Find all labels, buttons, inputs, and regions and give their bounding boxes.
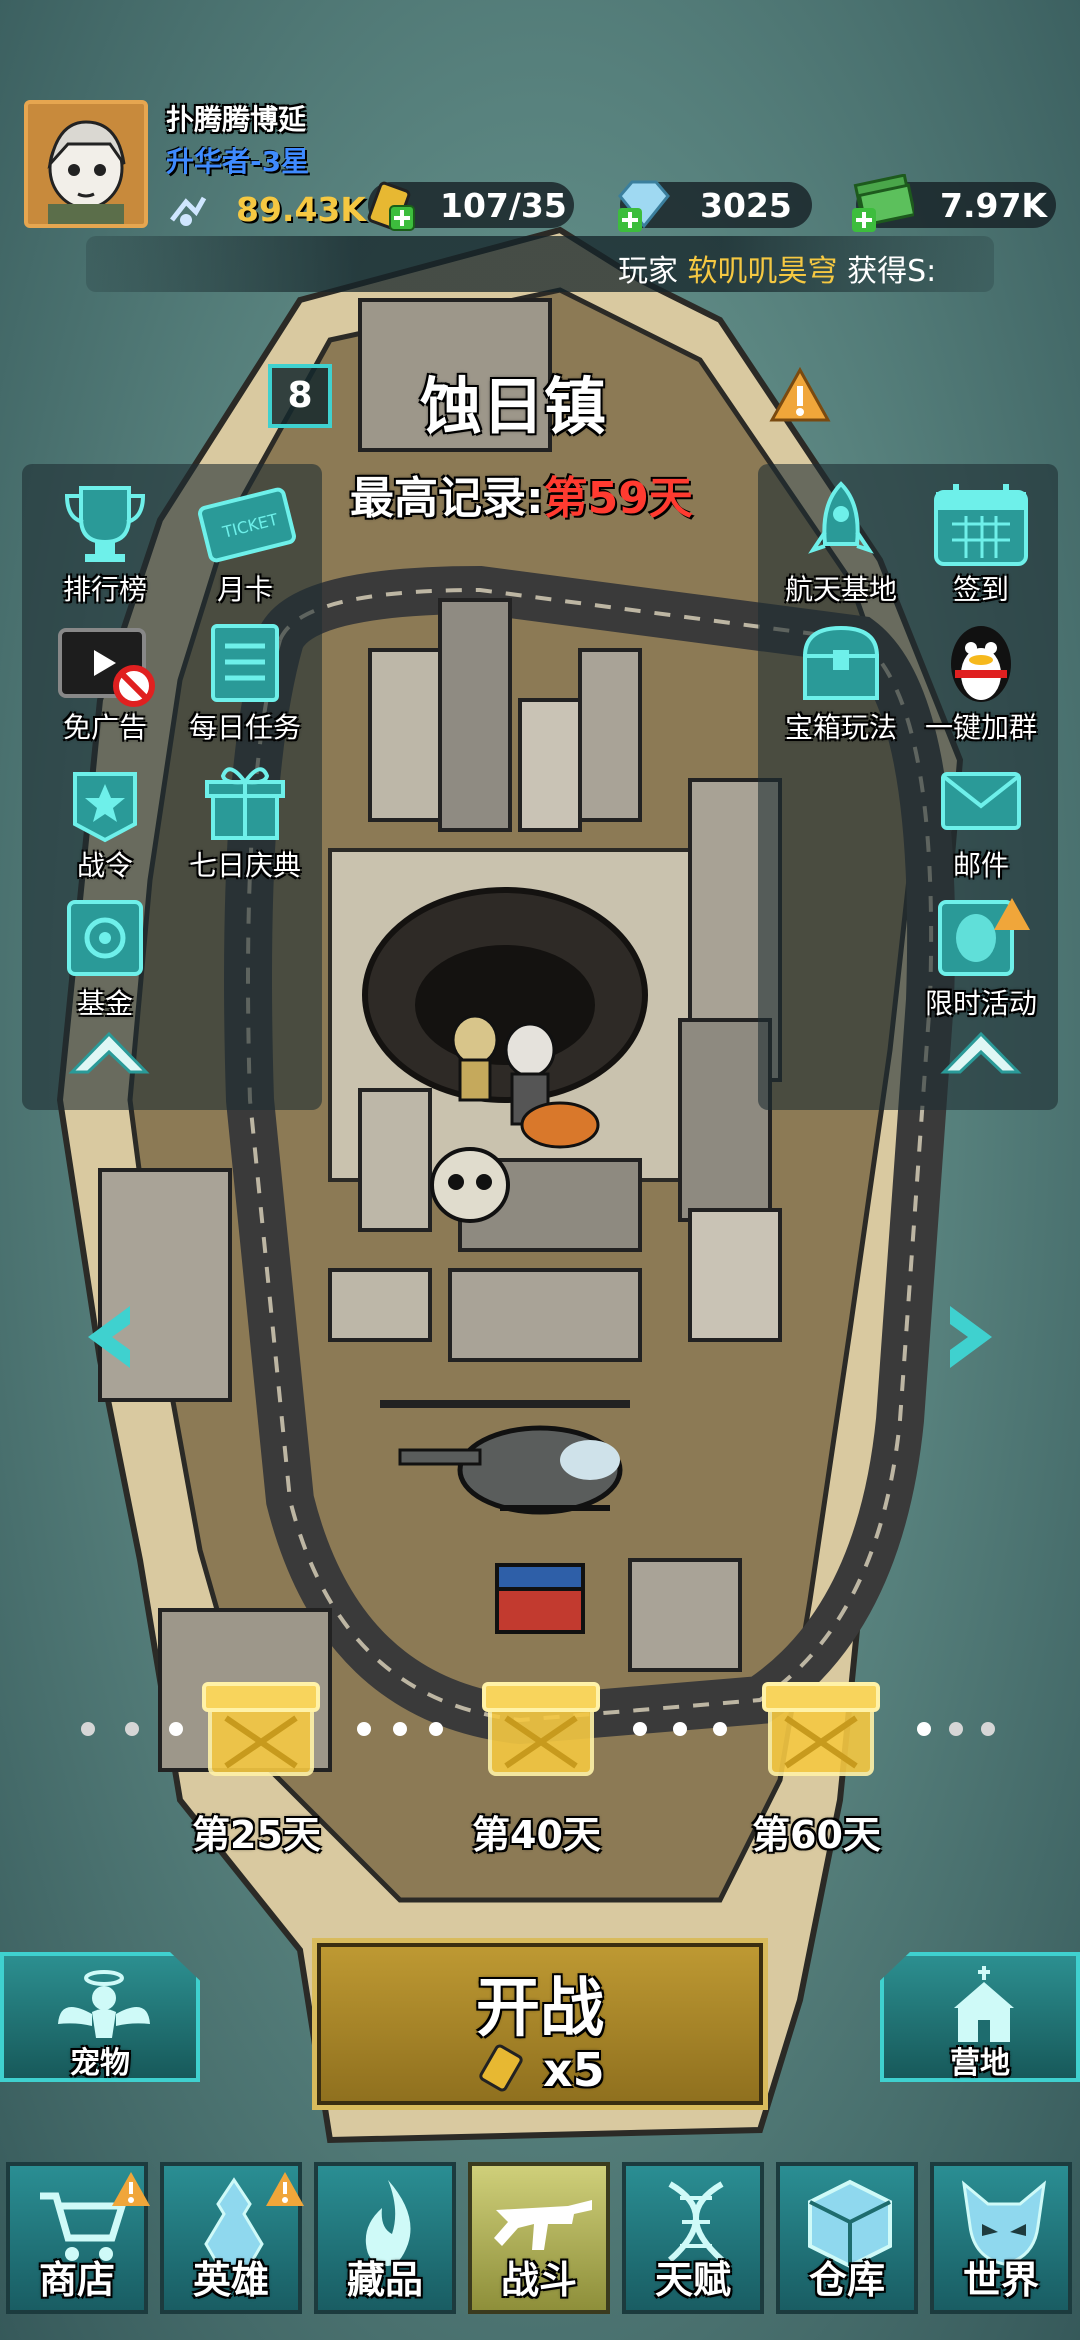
- menu-limited-event[interactable]: 限时活动: [916, 892, 1046, 1022]
- menu-monthly-card[interactable]: TICKET 月卡: [180, 478, 310, 608]
- gold-chest-icon: [482, 1682, 600, 1776]
- prev-map-arrow[interactable]: [78, 1302, 138, 1372]
- left-feature-panel: 排行榜 TICKET 月卡 免广告 每日任务 战令 七日庆典 基金: [22, 464, 322, 1110]
- trophy-icon: [64, 486, 146, 562]
- church-icon: [954, 1966, 1014, 2042]
- player-avatar[interactable]: [24, 100, 148, 228]
- menu-check-in[interactable]: 签到: [916, 478, 1046, 608]
- start-battle-button[interactable]: 开战 x5: [312, 1938, 768, 2110]
- mail-icon: [941, 772, 1021, 830]
- game-screen: 扑腾腾博延 升华者-3星 89.43K 107/35 3025 7.97K 玩家…: [0, 0, 1080, 2340]
- nav-world[interactable]: 世界: [930, 2162, 1072, 2314]
- nav-warehouse[interactable]: 仓库: [776, 2162, 918, 2314]
- stage-level-badge: 8: [268, 364, 332, 428]
- chest-day-label: 第25天: [192, 1813, 321, 1857]
- gift-icon: [205, 767, 285, 840]
- nav-battle[interactable]: 战斗: [468, 2162, 610, 2314]
- menu-daily-tasks[interactable]: 每日任务: [180, 616, 310, 746]
- calendar-icon: [934, 484, 1028, 566]
- energy-battery-add-icon[interactable]: [364, 176, 422, 234]
- player-rank: 升华者-3星: [166, 145, 310, 178]
- supply-crate-icon: [495, 1563, 585, 1634]
- pet-button[interactable]: 宠物: [0, 1952, 200, 2082]
- menu-no-ads[interactable]: 免广告: [40, 616, 170, 746]
- reward-chest-2[interactable]: [476, 1666, 606, 1788]
- nav-hero[interactable]: 英雄: [160, 2162, 304, 2314]
- task-icon: [211, 624, 279, 702]
- menu-space-base[interactable]: 航天基地: [776, 478, 906, 608]
- chest-day-label: 第40天: [472, 1813, 601, 1857]
- menu-battle-pass[interactable]: 战令: [40, 754, 170, 884]
- player-name: 扑腾腾博延: [166, 103, 307, 136]
- menu-join-group[interactable]: 一键加群: [916, 616, 1046, 746]
- diamond-add-icon[interactable]: [612, 176, 672, 236]
- warning-icon: [266, 2172, 304, 2206]
- collapse-right-menu-icon[interactable]: [938, 1020, 1024, 1080]
- power-display: 89.43K: [166, 186, 366, 236]
- chest-day-label: 第60天: [752, 1813, 881, 1857]
- chest-icon: [802, 625, 880, 700]
- cash-add-icon[interactable]: [848, 174, 914, 236]
- menu-seven-day[interactable]: 七日庆典: [180, 754, 310, 884]
- diamond-display[interactable]: 3025: [618, 180, 812, 232]
- pet-angel-icon: [58, 1970, 150, 2038]
- nav-talent[interactable]: 天赋: [622, 2162, 764, 2314]
- warning-icon: [112, 2172, 150, 2206]
- warning-icon[interactable]: [768, 366, 832, 424]
- menu-mail[interactable]: 邮件: [916, 754, 1046, 884]
- nav-shop[interactable]: 商店: [6, 2162, 150, 2314]
- nav-collection[interactable]: 藏品: [314, 2162, 456, 2314]
- next-map-arrow[interactable]: [942, 1302, 1002, 1372]
- reward-chest-3[interactable]: [756, 1666, 886, 1788]
- qq-penguin-icon: [951, 626, 1011, 702]
- menu-fund[interactable]: 基金: [40, 892, 170, 1022]
- energy-battery-icon: [479, 2044, 523, 2092]
- battle-pass-icon: [73, 772, 137, 843]
- menu-chest-play[interactable]: 宝箱玩法: [776, 616, 906, 746]
- limited-event-icon: [938, 898, 1030, 976]
- collapse-left-menu-icon[interactable]: [66, 1020, 152, 1080]
- gold-chest-icon: [202, 1682, 320, 1776]
- gold-chest-icon: [762, 1682, 880, 1776]
- reward-chest-1[interactable]: [196, 1666, 326, 1788]
- menu-leaderboard[interactable]: 排行榜: [40, 478, 170, 608]
- right-feature-panel: 航天基地 签到 宝箱玩法 一键加群 邮件 限时活动: [758, 464, 1058, 1110]
- no-ads-icon: [58, 628, 155, 707]
- ticket-icon: TICKET: [198, 487, 296, 563]
- best-record: 最高记录:第59天: [350, 473, 693, 524]
- safe-icon: [67, 900, 143, 976]
- camp-button[interactable]: 营地: [880, 1952, 1080, 2082]
- power-icon: [170, 196, 207, 226]
- rocket-icon: [808, 481, 874, 554]
- energy-display[interactable]: 107/35: [367, 181, 574, 231]
- stage-name: 蚀日镇: [420, 370, 607, 443]
- announcement-ticker: 玩家 软叽叽昊穹 获得S:: [86, 236, 994, 292]
- cash-display[interactable]: 7.97K: [852, 174, 1056, 232]
